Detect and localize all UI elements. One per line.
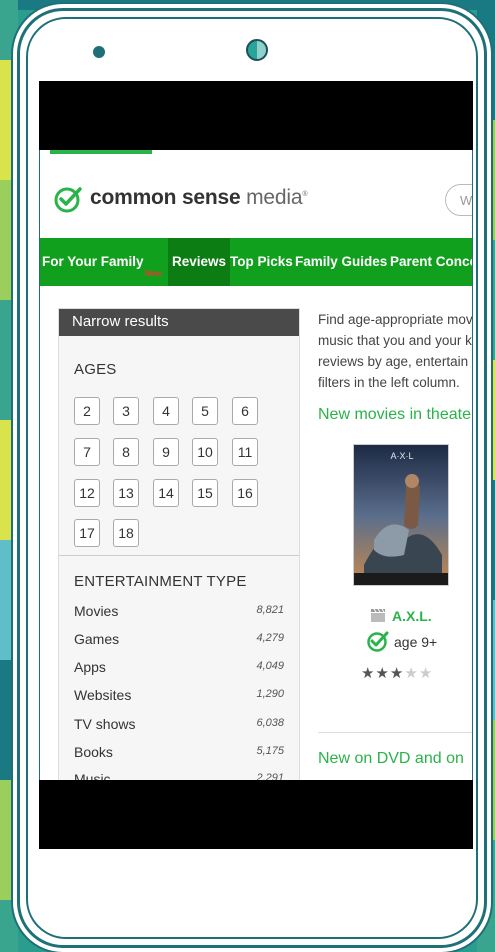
left-stripe: [0, 780, 18, 900]
age-filter-4[interactable]: 4: [153, 397, 179, 425]
logo-light-text: media: [246, 186, 303, 209]
age-filter-5[interactable]: 5: [192, 397, 218, 425]
type-filter-books[interactable]: Books 5,175: [74, 744, 284, 760]
age-filter-18[interactable]: 18: [113, 519, 139, 547]
nav-item-label: Top Picks: [230, 254, 293, 269]
logo-check-icon[interactable]: [54, 185, 82, 213]
age-filter-13[interactable]: 13: [113, 479, 139, 507]
age-filter-9[interactable]: 9: [153, 438, 179, 466]
type-label: Movies: [74, 603, 119, 619]
nav-item-for-your-family[interactable]: For Your Family New: [42, 238, 161, 286]
age-filter-10[interactable]: 10: [192, 438, 218, 466]
type-label: Music: [74, 771, 111, 780]
type-label: Games: [74, 631, 120, 647]
main-nav: For Your Family New Reviews Top Picks Fa…: [40, 238, 473, 286]
left-stripe: [0, 540, 18, 660]
star-empty-icon: ★: [418, 665, 433, 682]
narrow-results-panel: Narrow results AGES 2 3 4 5 6 7 8 9 10 1…: [58, 308, 300, 780]
type-count: 6,038: [256, 717, 284, 729]
age-filter-7[interactable]: 7: [74, 438, 100, 466]
site-header: common sense media® W: [40, 154, 472, 238]
panel-heading: Narrow results: [59, 309, 299, 336]
type-count: 1,290: [256, 688, 284, 700]
star-filled-icon: ★: [361, 665, 375, 682]
navigation-bar-area: [39, 780, 473, 849]
nav-item-label: Parent Conce: [390, 254, 473, 269]
sensor-dot: [93, 46, 105, 58]
type-label: TV shows: [74, 716, 136, 732]
age-filter-3[interactable]: 3: [113, 397, 139, 425]
nav-item-reviews[interactable]: Reviews: [168, 238, 231, 286]
intro-line: filters in the left column.: [318, 375, 460, 390]
site-logo[interactable]: common sense media®: [90, 186, 308, 210]
intro-line: Find age-appropriate mov: [318, 312, 473, 327]
intro-line: music that you and your k: [318, 333, 472, 348]
movie-title[interactable]: A.X.L.: [392, 608, 432, 624]
age-filter-2[interactable]: 2: [74, 397, 100, 425]
age-filter-8[interactable]: 8: [113, 438, 139, 466]
nav-item-label: Family Guides: [295, 254, 388, 269]
age-filter-12[interactable]: 12: [74, 479, 100, 507]
type-label: Websites: [74, 687, 132, 703]
star-empty-icon: ★: [404, 665, 418, 682]
age-filter-15[interactable]: 15: [192, 479, 218, 507]
left-stripe: [0, 0, 18, 60]
left-stripe: [0, 180, 18, 300]
type-filter-tv-shows[interactable]: TV shows 6,038: [74, 716, 284, 732]
camera-icon: [246, 39, 268, 61]
left-stripe: [0, 420, 18, 540]
age-filter-14[interactable]: 14: [153, 479, 179, 507]
movie-clapper-icon: [371, 608, 385, 622]
nav-item-family-guides[interactable]: Family Guides: [295, 238, 387, 286]
status-bar-area: [39, 81, 473, 150]
left-stripe: [0, 660, 18, 780]
type-count: 4,279: [256, 632, 284, 644]
search-input[interactable]: W: [445, 184, 472, 216]
type-label: Books: [74, 744, 113, 760]
type-filter-music[interactable]: Music 2,291: [74, 771, 284, 780]
nav-item-parent-concerns[interactable]: Parent Conce: [390, 238, 473, 286]
nav-item-top-picks[interactable]: Top Picks: [230, 238, 293, 286]
type-filter-apps[interactable]: Apps 4,049: [74, 659, 284, 675]
type-filter-games[interactable]: Games 4,279: [74, 631, 284, 647]
logo-bold-text: common sense: [90, 186, 241, 209]
ages-heading: AGES: [74, 361, 117, 378]
section-divider: [318, 732, 472, 733]
type-count: 8,821: [256, 604, 284, 616]
left-stripe: [0, 900, 18, 952]
type-count: 4,049: [256, 660, 284, 672]
star-filled-icon: ★: [375, 665, 389, 682]
browser-screen: common sense media® W For Your Family Ne…: [39, 150, 473, 780]
age-filter-6[interactable]: 6: [232, 397, 258, 425]
type-label: Apps: [74, 659, 106, 675]
new-movies-heading[interactable]: New movies in theate: [318, 406, 471, 424]
type-filter-websites[interactable]: Websites 1,290: [74, 687, 284, 703]
new-on-dvd-heading[interactable]: New on DVD and on: [318, 750, 464, 768]
nav-item-label: Reviews: [172, 254, 227, 269]
star-filled-icon: ★: [389, 665, 404, 682]
new-badge: New: [145, 269, 162, 278]
left-stripe: [0, 60, 18, 180]
age-label: age 9+: [394, 634, 438, 650]
age-filter-11[interactable]: 11: [232, 438, 258, 466]
nav-item-label: For Your Family: [42, 254, 144, 269]
panel-divider: [59, 555, 299, 556]
left-stripe: [0, 300, 18, 420]
age-check-icon: [367, 631, 389, 652]
intro-line: reviews by age, entertain: [318, 354, 469, 369]
svg-text:A·X·L: A·X·L: [390, 451, 413, 461]
poster-image: A·X·L: [354, 445, 448, 585]
type-filter-movies[interactable]: Movies 8,821: [74, 603, 284, 619]
entertainment-type-heading: ENTERTAINMENT TYPE: [74, 573, 247, 590]
age-filter-16[interactable]: 16: [232, 479, 258, 507]
type-count: 5,175: [256, 745, 284, 757]
age-filter-17[interactable]: 17: [74, 519, 100, 547]
star-rating: ★★★★★: [361, 665, 451, 682]
movie-poster[interactable]: A·X·L: [353, 444, 449, 586]
movie-title-row[interactable]: A.X.L.: [370, 608, 470, 624]
movie-age-rating: age 9+: [366, 630, 466, 654]
intro-text: Find age-appropriate mov music that you …: [318, 309, 473, 393]
type-count: 2,291: [256, 772, 284, 780]
